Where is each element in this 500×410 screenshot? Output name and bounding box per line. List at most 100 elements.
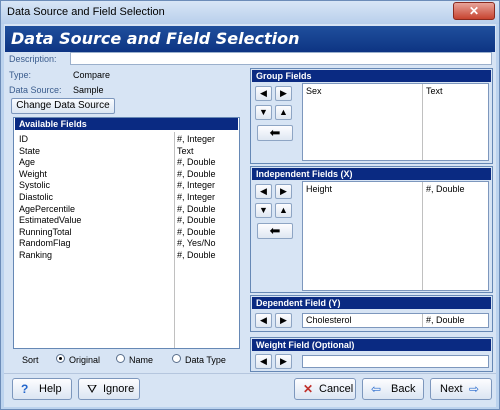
field-type: #, Double: [177, 250, 216, 260]
description-label: Description:: [9, 54, 57, 64]
arrow-right-icon: ▶: [280, 356, 287, 366]
sort-datatype-radio[interactable]: [172, 354, 181, 363]
field-name: Systolic: [19, 180, 51, 191]
group-up-button[interactable]: ▲: [275, 105, 292, 120]
back-arrow-icon: ⬅: [269, 223, 281, 238]
field-name: Diastolic: [19, 192, 54, 202]
field-name: State: [19, 145, 41, 156]
dependent-left-button[interactable]: ◀: [255, 313, 272, 328]
available-field-row[interactable]: RunningTotal #, Double: [17, 227, 239, 238]
field-type: #, Double: [177, 226, 216, 237]
sort-name-label: Name: [129, 355, 154, 365]
field-type: #, Integer: [177, 180, 216, 191]
available-field-row[interactable]: Diastolic #, Integer: [17, 192, 239, 203]
data-source-label: Data Source:: [9, 85, 62, 95]
independent-field-type: #, Double: [426, 184, 465, 194]
next-label: Next: [440, 383, 463, 395]
group-right-button[interactable]: ▶: [275, 86, 292, 101]
next-button[interactable]: Next ⇨: [430, 378, 492, 400]
column-divider: [422, 182, 423, 290]
weight-field-list[interactable]: [302, 355, 489, 368]
ignore-label: Ignore: [103, 383, 135, 395]
group-left-button[interactable]: ◀: [255, 86, 272, 101]
field-type: #, Double: [177, 215, 216, 226]
group-field-name: Sex: [306, 86, 322, 96]
header-banner: Data Source and Field Selection: [5, 26, 495, 52]
field-type: #, Double: [177, 168, 216, 179]
group-fields-header: Group Fields: [252, 70, 491, 82]
help-button[interactable]: ? Help: [12, 378, 72, 400]
group-down-button[interactable]: ▼: [255, 105, 272, 120]
independent-down-button[interactable]: ▼: [255, 203, 272, 218]
help-label: Help: [39, 383, 62, 395]
available-field-row[interactable]: RandomFlag #, Yes/No: [17, 238, 239, 249]
available-field-row[interactable]: Weight #, Double: [17, 169, 239, 180]
field-name: RandomFlag: [19, 238, 71, 249]
close-icon: ✕: [468, 4, 480, 18]
dependent-field-name: Cholesterol: [306, 315, 352, 325]
available-fields-list[interactable]: ID #, Integer State Text Age #, Double Weight #…: [17, 132, 237, 348]
sort-original-radio[interactable]: [56, 354, 65, 363]
group-remove-button[interactable]: ⬅: [257, 125, 293, 141]
independent-fields-list[interactable]: Height #, Double: [302, 181, 489, 291]
group-fields-list[interactable]: Sex Text: [302, 83, 489, 161]
ignore-button[interactable]: ⛛ Ignore: [78, 378, 140, 400]
field-type: Text: [177, 145, 194, 156]
type-value: Compare: [73, 70, 111, 80]
available-field-row[interactable]: EstimatedValue #, Double: [17, 215, 239, 226]
group-field-type: Text: [426, 86, 443, 96]
column-divider: [422, 314, 423, 327]
sort-original-label: Original: [69, 355, 101, 365]
back-icon: ⇦: [371, 382, 382, 396]
dependent-right-button[interactable]: ▶: [275, 313, 292, 328]
description-field[interactable]: [70, 52, 492, 65]
independent-right-button[interactable]: ▶: [275, 184, 292, 199]
arrow-left-icon: ◀: [260, 356, 267, 366]
back-label: Back: [391, 383, 416, 395]
field-name: Ranking: [19, 250, 53, 260]
sort-name-radio[interactable]: [116, 354, 125, 363]
back-button[interactable]: ⇦ Back: [362, 378, 424, 400]
field-name: ID: [19, 134, 28, 144]
cancel-button[interactable]: ✕ Cancel: [294, 378, 356, 400]
available-field-row[interactable]: ID #, Integer: [17, 134, 239, 145]
dependent-field-header: Dependent Field (Y): [252, 297, 491, 309]
arrow-right-icon: ▶: [280, 315, 287, 325]
field-name: EstimatedValue: [19, 215, 82, 226]
funnel-icon: ⛛: [87, 382, 98, 396]
available-field-row[interactable]: State Text: [17, 146, 239, 157]
available-field-row[interactable]: AgePercentile #, Double: [17, 204, 239, 215]
available-field-row[interactable]: Age #, Double: [17, 157, 239, 168]
arrow-right-icon: ▶: [280, 186, 287, 196]
cancel-label: Cancel: [319, 383, 354, 395]
weight-right-button[interactable]: ▶: [275, 354, 292, 369]
banner-title: Data Source and Field Selection: [11, 29, 300, 48]
weight-left-button[interactable]: ◀: [255, 354, 272, 369]
window-close-button[interactable]: ✕: [453, 2, 495, 20]
independent-left-button[interactable]: ◀: [255, 184, 272, 199]
next-icon: ⇨: [469, 382, 480, 396]
available-fields-header: Available Fields: [15, 118, 238, 130]
sort-label: Sort: [22, 355, 39, 365]
dependent-field-type: #, Double: [426, 315, 465, 325]
available-field-row[interactable]: Ranking #, Double: [17, 250, 239, 261]
field-type: #, Yes/No: [177, 238, 216, 249]
field-type: #, Integer: [177, 192, 216, 202]
change-data-source-label: Change Data Source: [16, 100, 110, 111]
field-name: AgePercentile: [19, 203, 76, 214]
title-bar: Data Source and Field Selection ✕: [1, 1, 499, 24]
column-divider: [422, 84, 423, 160]
change-data-source-button[interactable]: Change Data Source: [11, 98, 115, 114]
field-type: #, Integer: [177, 134, 216, 144]
field-type: #, Double: [177, 203, 216, 214]
arrow-up-icon: ▲: [279, 205, 288, 215]
independent-remove-button[interactable]: ⬅: [257, 223, 293, 239]
available-field-row[interactable]: Systolic #, Integer: [17, 180, 239, 191]
dependent-field-list[interactable]: Cholesterol #, Double: [302, 313, 489, 328]
dialog-window: Data Source and Field Selection ✕ Data S…: [0, 0, 500, 410]
weight-field-header: Weight Field (Optional): [252, 339, 491, 351]
arrow-down-icon: ▼: [259, 107, 268, 117]
window-title: Data Source and Field Selection: [7, 6, 165, 18]
independent-field-name: Height: [306, 184, 333, 194]
independent-up-button[interactable]: ▲: [275, 203, 292, 218]
